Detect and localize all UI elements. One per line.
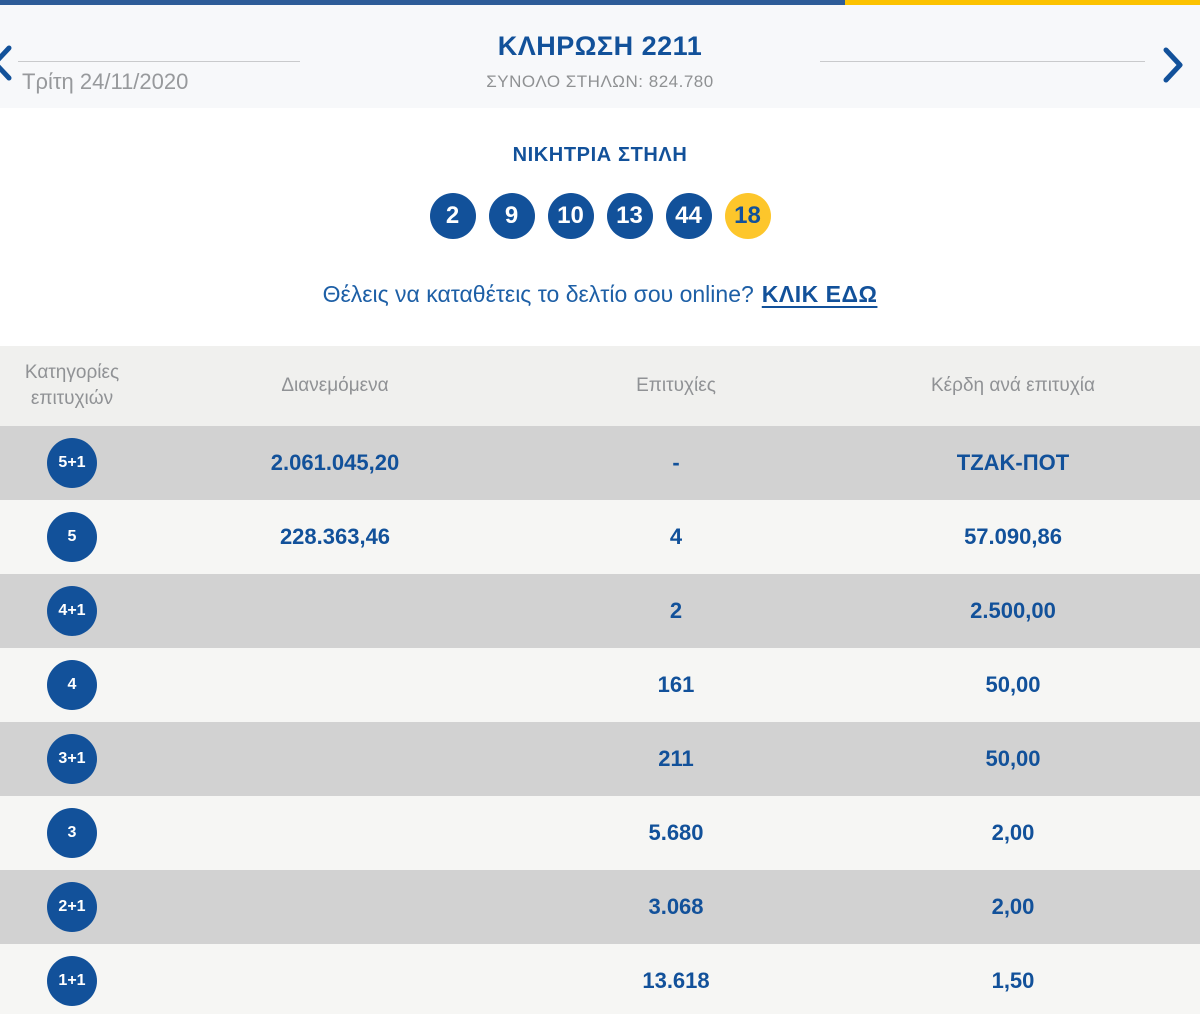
next-draw-button[interactable] (1162, 47, 1184, 83)
prize-value: 50,00 (985, 672, 1041, 697)
header-categories: Κατηγορίες επιτυχιών (24, 362, 120, 409)
page-title: ΚΛΗΡΩΣΗ 2211 (497, 31, 703, 61)
winners-value: 13.618 (642, 968, 710, 993)
category-badge: 1+1 (47, 956, 97, 1006)
header-distributed: Διανεμόμενα (281, 375, 389, 396)
prize-value: 2,00 (991, 894, 1035, 919)
winning-column-section: ΝΙΚΗΤΡΙΑ ΣΤΗΛΗ 2 9 10 13 44 18 Θέλεις να… (0, 144, 1200, 308)
winning-number-3: 10 (547, 193, 594, 239)
winners-value: 4 (669, 524, 683, 549)
results-table: Κατηγορίες επιτυχιών Διανεμόμενα Επιτυχί… (0, 346, 1200, 1014)
category-badge: 4 (47, 660, 97, 710)
table-row: 1+1 13.618 1,50 (0, 944, 1200, 1014)
category-badge: 4+1 (47, 586, 97, 636)
category-badge: 5+1 (47, 438, 97, 488)
joker-number: 18 (724, 193, 771, 239)
header-prize: Κέρδη ανά επιτυχία (931, 375, 1095, 396)
header-winners: Επιτυχίες (636, 375, 716, 396)
cta-line: Θέλεις να καταθέτεις το δελτίο σου onlin… (0, 281, 1200, 308)
table-row: 4+1 2 2.500,00 (0, 574, 1200, 648)
category-badge: 3 (47, 808, 97, 858)
winning-number-4: 13 (606, 193, 653, 239)
prize-value: 1,50 (991, 968, 1035, 993)
table-row: 3 5.680 2,00 (0, 796, 1200, 870)
table-row: 4 161 50,00 (0, 648, 1200, 722)
table-row: 3+1 211 50,00 (0, 722, 1200, 796)
winners-value: 2 (669, 598, 683, 623)
table-row: 2+1 3.068 2,00 (0, 870, 1200, 944)
prize-value: 50,00 (985, 746, 1041, 771)
distributed-value: 2.061.045,20 (270, 450, 400, 475)
total-columns-label: ΣΥΝΟΛΟ ΣΤΗΛΩΝ: 824.780 (486, 72, 714, 91)
prize-value: 2,00 (991, 820, 1035, 845)
winners-value: 3.068 (648, 894, 704, 919)
table-row: 5 228.363,46 4 57.090,86 (0, 500, 1200, 574)
header-divider-right (820, 61, 1145, 62)
cta-link[interactable]: ΚΛΙΚ ΕΔΩ (762, 281, 878, 307)
draw-header: Τρίτη 24/11/2020 ΚΛΗΡΩΣΗ 2211 ΣΥΝΟΛΟ ΣΤΗ… (0, 5, 1200, 108)
chevron-right-icon (1162, 47, 1184, 86)
winning-number-5: 44 (665, 193, 712, 239)
cta-text: Θέλεις να καταθέτεις το δελτίο σου onlin… (322, 281, 754, 307)
table-row: 5+1 2.061.045,20 - ΤΖΑΚ-ΠΟΤ (0, 426, 1200, 500)
winners-value: 5.680 (648, 820, 704, 845)
category-badge: 3+1 (47, 734, 97, 784)
prize-value: 57.090,86 (964, 524, 1062, 549)
category-badge: 5 (47, 512, 97, 562)
table-header-row: Κατηγορίες επιτυχιών Διανεμόμενα Επιτυχί… (0, 346, 1200, 426)
prize-value: ΤΖΑΚ-ΠΟΤ (956, 450, 1070, 475)
winning-number-2: 9 (488, 193, 535, 239)
winners-value: - (672, 450, 680, 475)
winners-value: 211 (658, 746, 694, 771)
winning-numbers: 2 9 10 13 44 18 (0, 193, 1200, 239)
winning-number-1: 2 (429, 193, 476, 239)
category-badge: 2+1 (47, 882, 97, 932)
winners-value: 161 (657, 672, 695, 697)
distributed-value: 228.363,46 (279, 524, 391, 549)
prize-value: 2.500,00 (970, 598, 1056, 623)
winning-column-heading: ΝΙΚΗΤΡΙΑ ΣΤΗΛΗ (512, 144, 688, 166)
